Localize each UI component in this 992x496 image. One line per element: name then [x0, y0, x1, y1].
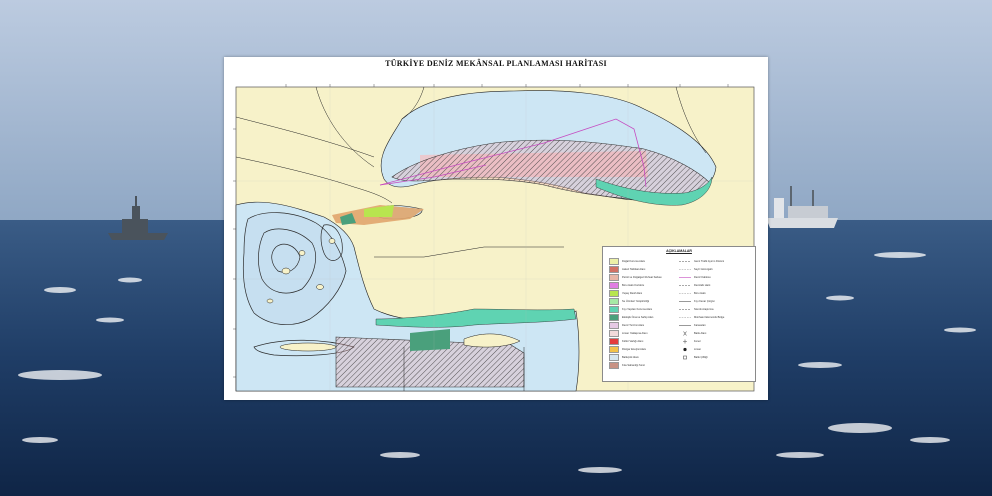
legend-swatch	[609, 314, 619, 321]
legend-symbol	[679, 315, 691, 320]
legend-swatch	[609, 338, 619, 345]
legend-swatch	[609, 362, 619, 369]
legend-symbol	[679, 267, 691, 272]
legend-symbol	[679, 323, 691, 328]
legend-swatch	[609, 322, 619, 329]
legend-swatch	[609, 258, 619, 265]
map-legend: AÇIKLAMALAR Doğal Koruma Alanı Askeri Ta…	[602, 246, 756, 382]
legend-symbol	[679, 347, 691, 352]
legend-swatch	[609, 346, 619, 353]
legend-symbol	[679, 291, 691, 296]
legend-swatch	[609, 290, 619, 297]
legend-symbol	[679, 331, 691, 336]
legend-item: Kıta Sahanlığı Sınırı	[609, 361, 645, 370]
legend-swatch	[609, 306, 619, 313]
legend-swatch	[609, 354, 619, 361]
legend-symbol	[679, 259, 691, 264]
legend-swatch	[609, 330, 619, 337]
legend-swatch	[609, 274, 619, 281]
map-title: TÜRKİYE DENİZ MEKÂNSAL PLANLAMASI HARİTA…	[385, 59, 607, 68]
legend-swatch	[609, 298, 619, 305]
legend-symbol	[679, 275, 691, 280]
legend-symbol	[679, 307, 691, 312]
legend-item: Balık Çiftliği	[679, 353, 708, 362]
maritime-spatial-plan-map: TÜRKİYE DENİZ MEKÂNSAL PLANLAMASI HARİTA…	[224, 57, 768, 400]
legend-swatch	[609, 282, 619, 289]
legend-symbol	[679, 283, 691, 288]
legend-symbol	[679, 339, 691, 344]
legend-swatch	[609, 266, 619, 273]
legend-symbol	[679, 355, 691, 360]
legend-title: AÇIKLAMALAR	[666, 249, 692, 253]
legend-symbol	[679, 299, 691, 304]
